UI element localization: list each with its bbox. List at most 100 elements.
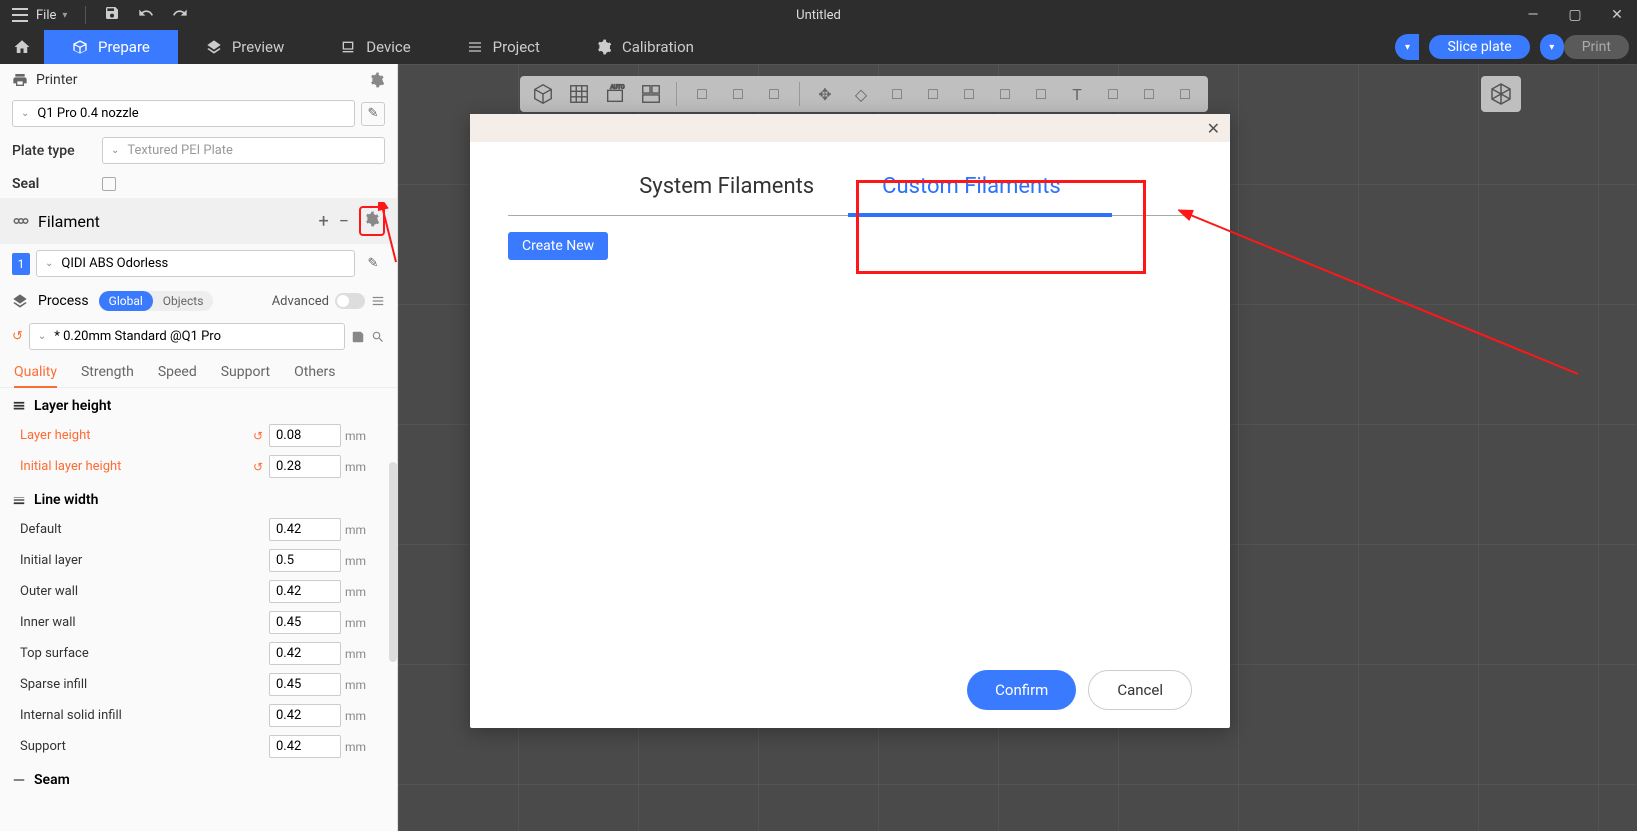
tab-preview[interactable]: Preview [178,30,312,64]
reset-param-icon[interactable]: ↺ [253,429,263,443]
maximize-button[interactable]: ▢ [1555,0,1595,30]
filament-dropdown[interactable]: ⌄ QIDI ABS Odorless [36,250,355,277]
printer-dropdown[interactable]: ⌄ Q1 Pro 0.4 nozzle [12,100,355,127]
redo-icon[interactable] [172,5,188,25]
tab-others[interactable]: Others [294,364,335,381]
mesh-icon[interactable]: □ [990,79,1020,109]
param-row: Defaultmm [0,514,397,545]
support-icon[interactable]: □ [1026,79,1056,109]
param-name: Initial layer [20,553,269,568]
group-layer-height[interactable]: Layer height [0,388,397,420]
list-icon[interactable] [371,294,385,308]
tab-device[interactable]: Device [312,30,438,64]
global-option[interactable]: Global [99,291,153,311]
param-input[interactable] [269,735,341,758]
hamburger-icon[interactable] [12,8,28,22]
seal-label: Seal [12,176,82,192]
auto-arrange-icon[interactable]: AUTO [600,79,630,109]
chevron-down-icon: ⌄ [111,145,119,156]
chevron-down-icon: ▾ [62,10,67,21]
tab-system-filaments[interactable]: System Filaments [605,160,848,215]
cancel-button[interactable]: Cancel [1088,670,1192,710]
remove-filament-icon[interactable]: − [339,211,349,232]
confirm-button[interactable]: Confirm [967,670,1076,710]
objects-option[interactable]: Objects [153,291,214,311]
tab-speed[interactable]: Speed [158,364,197,381]
tool-b[interactable]: □ [1170,79,1200,109]
param-row: Top surfacemm [0,638,397,669]
viewport[interactable]: AUTO □ □ □ ✥ ◇ □ □ □ □ □ T □ □ □ ✕ [398,64,1637,831]
minimize-button[interactable]: — [1513,0,1553,30]
reset-icon[interactable]: ↺ [12,329,23,344]
preset-dropdown[interactable]: ⌄ * 0.20mm Standard @Q1 Pro [29,323,345,350]
search-icon[interactable] [371,330,385,344]
tab-preview-label: Preview [232,38,284,56]
scrollbar[interactable] [389,462,397,662]
move-icon[interactable]: ✥ [810,79,840,109]
text-icon[interactable]: T [1062,79,1092,109]
param-input[interactable] [269,549,341,572]
param-input[interactable] [269,673,341,696]
tab-calibration[interactable]: Calibration [568,30,722,64]
param-input[interactable] [269,424,341,447]
param-input[interactable] [269,580,341,603]
save-icon[interactable] [104,5,120,25]
tab-underline [848,213,1112,217]
group-line-width[interactable]: Line width [0,482,397,514]
dialog-close-icon[interactable]: ✕ [1207,119,1220,138]
svg-text:AUTO: AUTO [610,85,624,91]
printer-icon [12,72,28,88]
rotate-icon[interactable]: ◇ [846,79,876,109]
place-icon[interactable]: □ [918,79,948,109]
create-new-button[interactable]: Create New [508,232,608,260]
global-objects-toggle[interactable]: Global Objects [99,291,214,311]
reset-param-icon[interactable]: ↺ [253,460,263,474]
save-preset-icon[interactable] [351,330,365,344]
tab-custom-filaments[interactable]: Custom Filaments [848,160,1095,215]
slice-dropdown[interactable]: ▾ [1395,34,1419,60]
dialog-header: ✕ [470,114,1230,142]
param-input[interactable] [269,455,341,478]
seal-checkbox[interactable] [102,177,116,191]
slice-button[interactable]: Slice plate [1429,35,1529,59]
measure-icon[interactable]: □ [1098,79,1128,109]
group-seam[interactable]: Seam [0,762,397,794]
add-cube-icon[interactable] [528,79,558,109]
param-name: Outer wall [20,584,269,599]
scale-icon[interactable]: □ [882,79,912,109]
param-input[interactable] [269,518,341,541]
print-dropdown[interactable]: ▾ [1540,34,1564,60]
filament-number[interactable]: 1 [12,253,30,275]
edit-filament-icon[interactable]: ✎ [361,252,385,276]
tool-2[interactable]: □ [723,79,753,109]
add-plate-icon[interactable] [564,79,594,109]
file-menu[interactable]: File ▾ [36,8,67,23]
tool-a[interactable]: □ [1134,79,1164,109]
tab-strength[interactable]: Strength [81,364,134,381]
tool-3[interactable]: □ [759,79,789,109]
home-button[interactable] [0,30,44,64]
param-input[interactable] [269,642,341,665]
printer-gear-icon[interactable] [369,72,385,88]
advanced-switch[interactable] [335,293,365,309]
layers-icon [12,293,28,309]
tool-1[interactable]: □ [687,79,717,109]
param-input[interactable] [269,611,341,634]
tab-prepare[interactable]: Prepare [44,30,178,64]
filament-settings-gear[interactable] [359,206,385,236]
tab-support[interactable]: Support [221,364,270,381]
plate-type-value: Textured PEI Plate [127,143,233,158]
plate-type-dropdown[interactable]: ⌄ Textured PEI Plate [102,137,385,164]
undo-icon[interactable] [138,5,154,25]
param-input[interactable] [269,704,341,727]
print-button[interactable]: Print [1564,35,1629,59]
tab-project[interactable]: Project [439,30,568,64]
arrange-icon[interactable] [636,79,666,109]
tab-quality[interactable]: Quality [14,364,57,388]
cut-icon[interactable]: □ [954,79,984,109]
assembly-view-icon[interactable] [1481,76,1521,112]
close-button[interactable]: ✕ [1597,0,1637,30]
add-filament-icon[interactable]: + [318,211,328,232]
process-tabs: Quality Strength Speed Support Others [0,354,397,388]
edit-printer-icon[interactable]: ✎ [361,102,385,126]
